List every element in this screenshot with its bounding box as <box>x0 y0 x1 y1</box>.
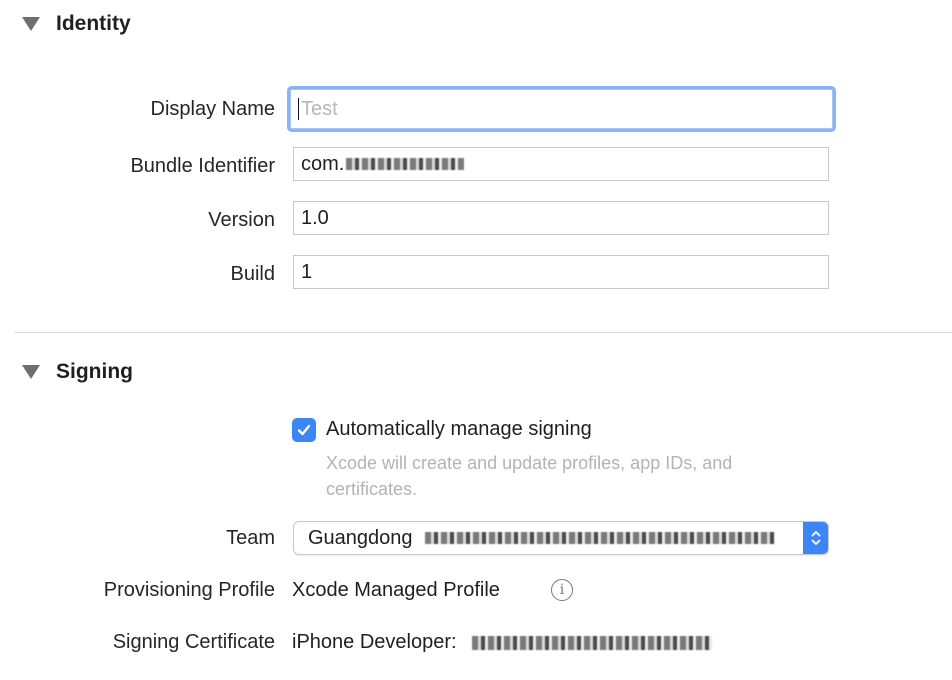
redacted-text <box>346 158 465 170</box>
team-popup-button[interactable]: Guangdong <box>293 521 829 555</box>
up-down-chevron-icon[interactable] <box>803 522 828 554</box>
auto-manage-signing-checkbox[interactable] <box>292 418 316 442</box>
signing-section-header[interactable]: Signing <box>22 360 133 384</box>
text-caret <box>298 98 299 120</box>
signing-certificate-label: Signing Certificate <box>112 631 275 653</box>
disclosure-triangle-icon[interactable] <box>22 365 40 379</box>
section-divider <box>14 332 952 333</box>
build-field[interactable]: 1 <box>293 255 829 289</box>
checkmark-icon <box>297 424 311 436</box>
bundle-identifier-label: Bundle Identifier <box>130 155 275 177</box>
disclosure-triangle-icon[interactable] <box>22 17 40 31</box>
bundle-identifier-field[interactable]: com. <box>293 147 829 181</box>
display-name-placeholder: Test <box>301 97 338 120</box>
version-field[interactable]: 1.0 <box>293 201 829 235</box>
redacted-text <box>472 635 713 650</box>
display-name-field[interactable]: Test <box>290 89 833 129</box>
info-icon[interactable]: i <box>551 579 573 601</box>
display-name-label: Display Name <box>150 98 275 120</box>
provisioning-profile-value: Xcode Managed Profile <box>292 579 500 601</box>
provisioning-profile-label: Provisioning Profile <box>103 579 275 601</box>
team-value: Guangdong <box>308 526 413 549</box>
identity-section-title: Identity <box>56 12 131 35</box>
build-value: 1 <box>301 260 313 283</box>
bundle-identifier-value: com. <box>301 152 345 175</box>
build-label: Build <box>230 263 275 285</box>
team-label: Team <box>226 527 275 549</box>
redacted-text <box>424 532 775 544</box>
general-settings-pane: Identity Display Name Test Bundle Identi… <box>0 0 952 680</box>
signing-certificate-text: iPhone Developer: <box>292 631 457 653</box>
signing-section-title: Signing <box>56 360 133 383</box>
signing-certificate-value: iPhone Developer: <box>292 631 713 654</box>
auto-manage-signing-help: Xcode will create and update profiles, a… <box>326 453 733 499</box>
auto-manage-signing-label[interactable]: Automatically manage signing <box>326 418 592 441</box>
version-label: Version <box>208 209 275 231</box>
identity-section-header[interactable]: Identity <box>22 12 131 36</box>
version-value: 1.0 <box>301 206 329 229</box>
